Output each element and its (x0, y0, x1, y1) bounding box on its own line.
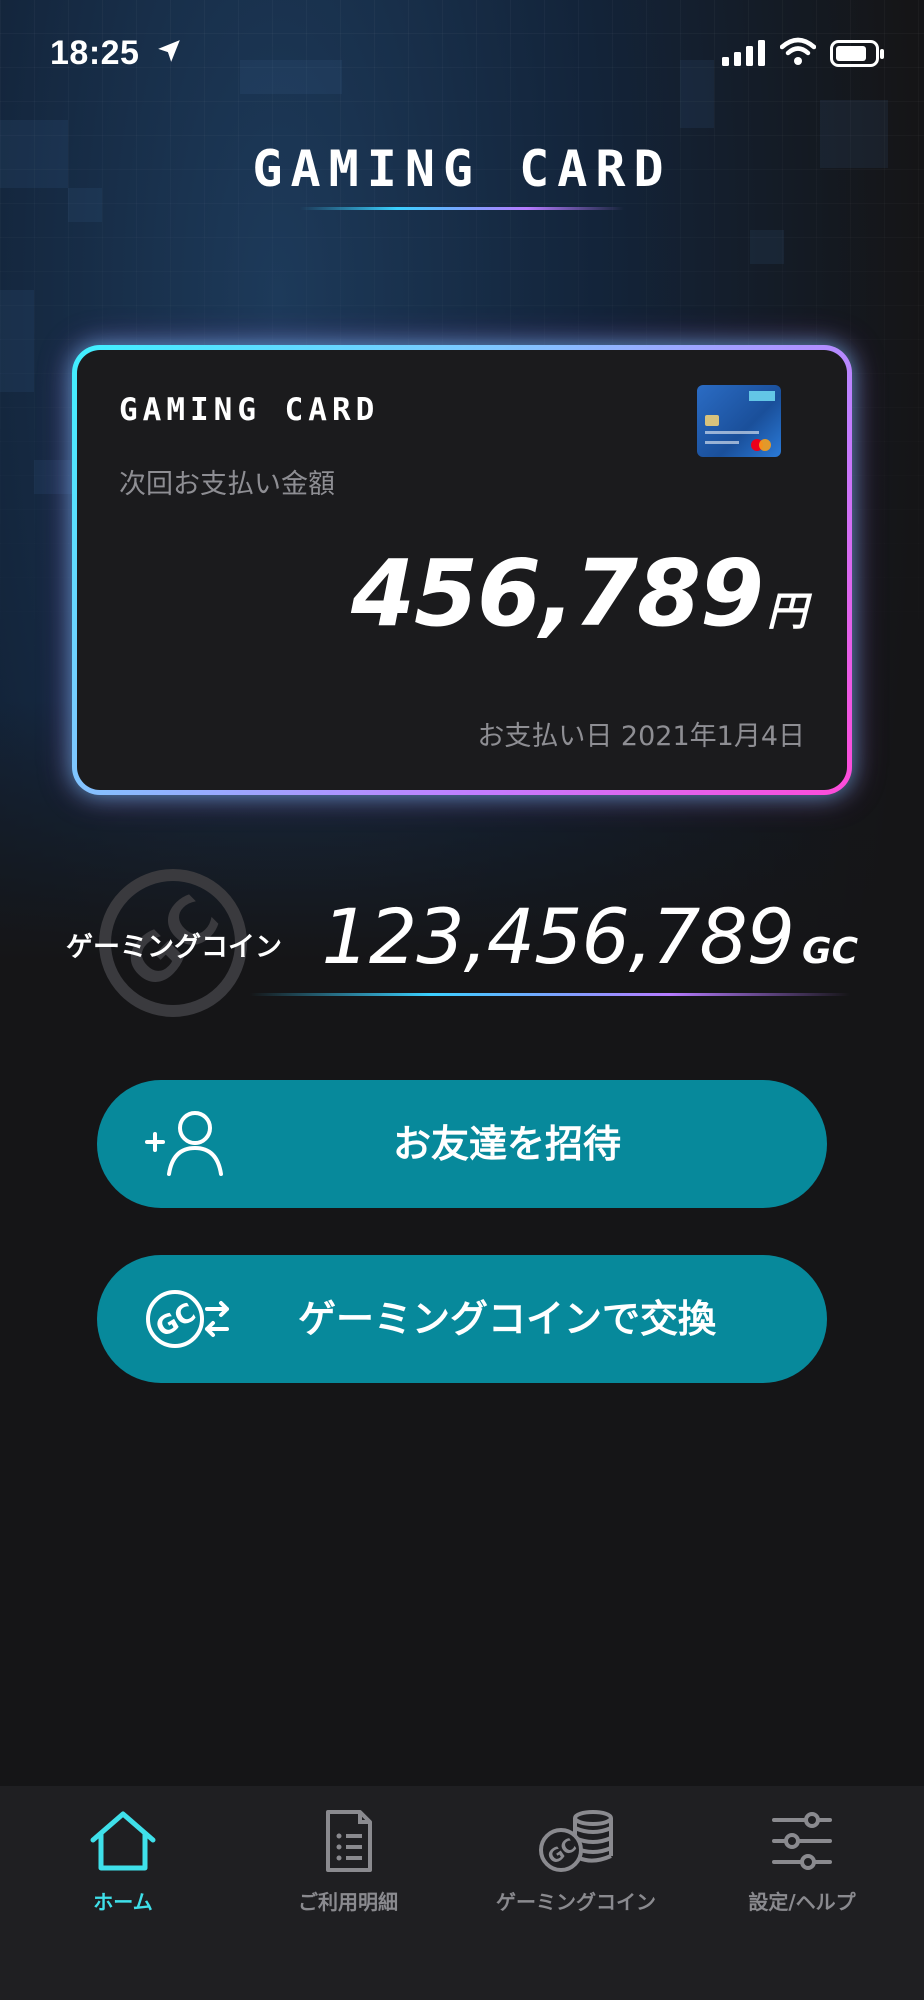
coin-balance-value: 123,456,789 (321, 892, 795, 981)
invite-friends-label: お友達を招待 (392, 1122, 621, 1166)
invite-friends-button[interactable]: お友達を招待 (97, 1080, 827, 1208)
tab-statement[interactable]: ご利用明細 (258, 1808, 438, 1958)
page-title: GAMING CARD (252, 140, 672, 198)
payment-card[interactable]: GAMING CARD 次回お支払い金額 456,789 円 お支払い日 2021… (72, 345, 852, 795)
coin-exchange-button[interactable]: GC ゲーミングコインで交換 (97, 1255, 827, 1383)
statement-icon (326, 1810, 372, 1872)
tab-home[interactable]: ホーム (33, 1808, 213, 1958)
home-screen: 18:25 GAMING CARD GAMING CARD 次回お支払い金額 4… (0, 0, 924, 2000)
coin-stack-icon: GC (539, 1810, 613, 1872)
coin-underline-divider (250, 993, 850, 996)
coin-exchange-icon: GC (146, 1290, 229, 1348)
tab-gaming-coin[interactable]: GC ゲーミングコイン (486, 1808, 666, 1958)
coin-unit: GC (802, 931, 858, 972)
title-underline-divider (300, 207, 624, 210)
tab-home-label: ホーム (93, 1890, 153, 1914)
bottom-tab-bar: ホーム ご利用明細 GC ゲーミングコイン 設定/ヘルプ (0, 1786, 924, 2000)
settings-sliders-icon (772, 1812, 832, 1870)
home-icon (90, 1811, 156, 1871)
coin-balance: 123,456,789 GC (322, 892, 858, 981)
status-time: 18:25 (50, 34, 140, 72)
tab-settings-label: 設定/ヘルプ (748, 1890, 856, 1914)
credit-card-image (697, 385, 781, 457)
location-arrow-icon (158, 40, 180, 62)
cellular-signal-icon (722, 40, 765, 66)
coin-balance-label: ゲーミングコイン (66, 932, 282, 963)
payment-amount-value: 456,789 (350, 540, 764, 647)
wifi-icon (780, 37, 816, 65)
tab-settings[interactable]: 設定/ヘルプ (712, 1808, 892, 1958)
card-brand: GAMING CARD (119, 392, 380, 428)
coin-exchange-label: ゲーミングコインで交換 (297, 1297, 716, 1341)
battery-icon (830, 40, 884, 67)
payment-date: お支払い日 2021年1月4日 (477, 721, 805, 752)
payment-amount: 456,789 円 (351, 540, 807, 647)
payment-currency: 円 (767, 589, 807, 635)
next-payment-label: 次回お支払い金額 (119, 469, 335, 500)
status-bar: 18:25 (0, 0, 924, 100)
add-user-icon (145, 1111, 223, 1176)
tab-statement-label: ご利用明細 (298, 1890, 398, 1914)
tab-gaming-coin-label: ゲーミングコイン (496, 1890, 656, 1914)
